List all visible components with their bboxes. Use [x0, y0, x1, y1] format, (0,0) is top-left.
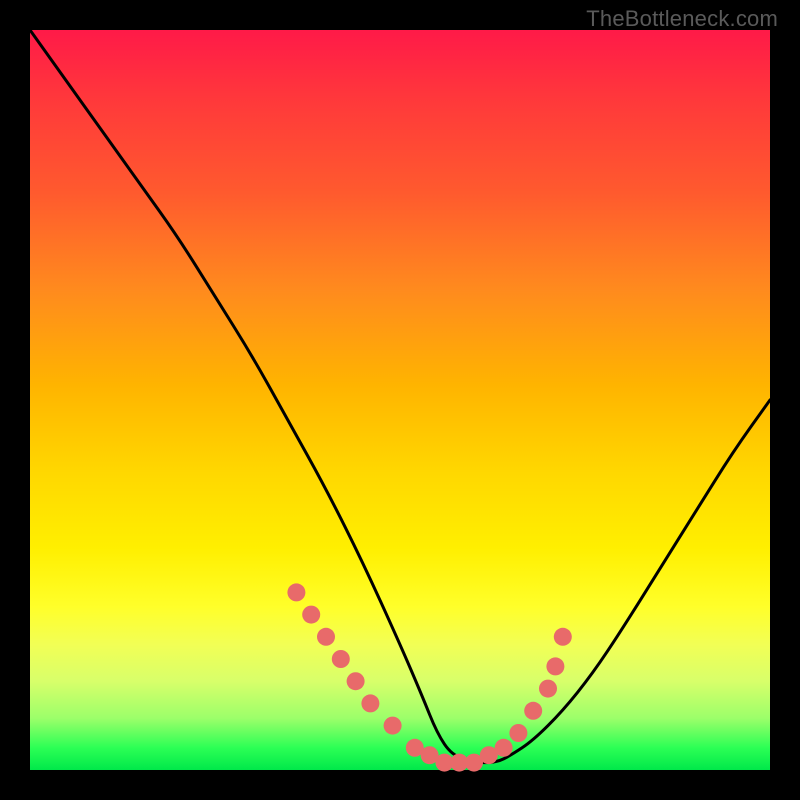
bottleneck-curve — [30, 30, 770, 763]
highlight-dot — [495, 739, 513, 757]
chart-frame: TheBottleneck.com — [0, 0, 800, 800]
highlight-dot — [539, 680, 557, 698]
highlight-dot — [332, 650, 350, 668]
chart-svg — [30, 30, 770, 770]
plot-area — [30, 30, 770, 770]
highlight-dot — [317, 628, 335, 646]
highlight-dot — [384, 717, 402, 735]
highlight-dot — [509, 724, 527, 742]
highlight-dot — [361, 694, 379, 712]
highlight-dot — [546, 657, 564, 675]
highlight-dot — [302, 606, 320, 624]
highlight-dot — [524, 702, 542, 720]
watermark-text: TheBottleneck.com — [586, 6, 778, 32]
highlight-dot — [347, 672, 365, 690]
highlight-dot — [287, 583, 305, 601]
highlight-dot — [554, 628, 572, 646]
